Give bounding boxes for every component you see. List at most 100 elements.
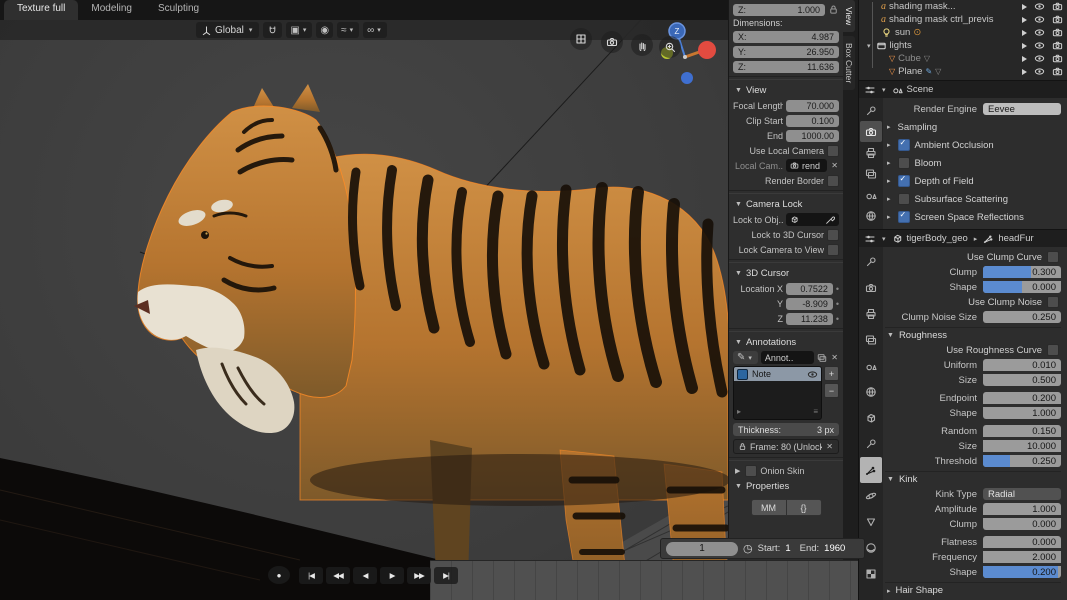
roughness-uniform-size-field[interactable]: 0.500: [983, 374, 1061, 386]
tab-view-layer[interactable]: [860, 327, 882, 353]
kink-amplitude-field[interactable]: 1.000: [983, 503, 1061, 515]
viewport-3d[interactable]: Global ▾ ▣ ▾ ◉ ≈ ▾ ∞ ▾ Z: [0, 20, 728, 600]
mm-units-button[interactable]: MM: [750, 499, 787, 516]
annotation-frame-button[interactable]: Frame: 80 (Unlock.. ✕: [733, 439, 839, 454]
braces-button[interactable]: {}: [786, 499, 822, 516]
pan-view-button[interactable]: [631, 34, 653, 56]
play-reverse-button[interactable]: ◀: [353, 566, 377, 584]
tab-tool[interactable]: [860, 100, 882, 121]
kink-section-header[interactable]: ▼ Kink: [885, 471, 1061, 487]
selectable-icon[interactable]: [1022, 42, 1027, 49]
annotation-color-swatch[interactable]: [737, 368, 748, 380]
new-layer-icon[interactable]: [817, 353, 827, 363]
tab-tool[interactable]: [860, 249, 882, 275]
lock-icon[interactable]: [828, 4, 839, 15]
lock-camera-to-view-checkbox[interactable]: [827, 243, 839, 256]
zoom-view-button[interactable]: [659, 36, 681, 58]
camera-icon[interactable]: [1052, 66, 1063, 77]
lock-object-field[interactable]: [786, 213, 839, 226]
camera-icon[interactable]: [1052, 14, 1063, 25]
clip-start-field[interactable]: 0.100: [786, 114, 839, 127]
tab-render[interactable]: [860, 275, 882, 301]
workspace-tab-texture-full[interactable]: Texture full: [4, 0, 79, 20]
annotation-tool-dropdown[interactable]: ✎ ▾: [733, 351, 758, 364]
lock-to-cursor-checkbox[interactable]: [827, 228, 839, 241]
current-frame-field[interactable]: 1: [666, 541, 738, 556]
breadcrumb-object[interactable]: tigerBody_geo: [907, 233, 968, 244]
clear-local-camera-button[interactable]: ✕: [830, 161, 839, 170]
proportional-falloff-dropdown[interactable]: ≈ ▾: [337, 22, 360, 38]
jump-to-end-button[interactable]: ▶|: [434, 566, 458, 584]
cursor-z-field[interactable]: 11.238: [786, 312, 833, 325]
options-dropdown[interactable]: ∞ ▾: [363, 22, 387, 38]
section-subsurface-scattering[interactable]: ▸ Subsurface Scattering: [885, 190, 1061, 208]
eyedropper-icon[interactable]: [825, 215, 835, 225]
eye-icon[interactable]: [1034, 53, 1045, 64]
cursor-y-field[interactable]: -8.909: [786, 297, 833, 310]
tab-world[interactable]: [860, 205, 882, 226]
tab-object-data[interactable]: [860, 509, 882, 535]
kink-clump-field[interactable]: 0.000: [983, 518, 1061, 530]
gizmo-x-axis[interactable]: [698, 41, 716, 59]
eye-icon[interactable]: [1034, 1, 1045, 12]
kink-type-dropdown[interactable]: Radial: [983, 488, 1061, 500]
use-clump-curve-checkbox[interactable]: [1047, 251, 1059, 263]
eye-icon[interactable]: [1034, 40, 1045, 51]
snap-toggle-button[interactable]: [263, 22, 283, 38]
end-frame-field[interactable]: 1960: [824, 543, 845, 554]
tab-particles[interactable]: [860, 457, 882, 483]
outliner-item-sun[interactable]: sun ⊙: [859, 26, 1067, 39]
clump-noise-size-field[interactable]: 0.250: [983, 311, 1061, 323]
tab-world[interactable]: [860, 379, 882, 405]
section-bloom[interactable]: ▸ Bloom: [885, 154, 1061, 172]
properties-editor-icon[interactable]: [864, 84, 876, 96]
bloom-checkbox[interactable]: [897, 157, 910, 169]
properties-panel-header[interactable]: ▼ Properties: [733, 479, 839, 493]
proportional-editing-toggle[interactable]: ◉: [316, 22, 334, 38]
camera-icon[interactable]: [1052, 1, 1063, 12]
tab-render[interactable]: [860, 121, 882, 142]
properties-editor-icon[interactable]: [864, 233, 876, 245]
camera-view-button[interactable]: [601, 31, 623, 53]
tab-modifiers[interactable]: [860, 431, 882, 457]
outliner-item-shading-mask-ctrl-previs[interactable]: a shading mask ctrl_previs: [859, 13, 1067, 26]
selectable-icon[interactable]: [1022, 55, 1027, 62]
eye-icon[interactable]: [1034, 66, 1045, 77]
section-screen-space-reflections[interactable]: ▸Screen Space Reflections: [885, 208, 1061, 226]
play-button[interactable]: ▶: [380, 566, 404, 584]
snap-settings-dropdown[interactable]: ▣ ▾: [286, 22, 313, 38]
eye-icon[interactable]: [807, 369, 818, 380]
start-frame-field[interactable]: 1: [785, 543, 790, 554]
clip-end-field[interactable]: 1000.00: [786, 129, 839, 142]
prev-keyframe-button[interactable]: ◀◀: [326, 566, 350, 584]
list-grip-icon[interactable]: ≡: [813, 407, 818, 416]
tab-physics[interactable]: [860, 483, 882, 509]
tab-object[interactable]: [860, 405, 882, 431]
use-roughness-curve-checkbox[interactable]: [1047, 344, 1059, 356]
list-expand-icon[interactable]: ▸: [737, 407, 741, 416]
scale-z-field[interactable]: Z: 1.000: [733, 3, 825, 16]
workspace-tab-modeling[interactable]: Modeling: [78, 0, 145, 20]
use-local-camera-checkbox[interactable]: [827, 144, 839, 157]
gizmo-z-neg-axis[interactable]: [681, 72, 693, 84]
record-button[interactable]: ●: [268, 566, 290, 584]
clump-shape-slider[interactable]: 0.000: [983, 281, 1061, 293]
cursor-x-field[interactable]: 0.7522: [786, 282, 833, 295]
render-engine-dropdown[interactable]: Eevee: [983, 103, 1061, 115]
kink-flatness-field[interactable]: 0.000: [983, 536, 1061, 548]
next-keyframe-button[interactable]: ▶▶: [407, 566, 431, 584]
roughness-shape-field[interactable]: 1.000: [983, 407, 1061, 419]
annotation-layer-field[interactable]: Annot..: [760, 351, 815, 364]
kink-frequency-field[interactable]: 2.000: [983, 551, 1061, 563]
subsurface-scattering-checkbox[interactable]: [897, 193, 910, 205]
toggle-grid-button[interactable]: [570, 28, 592, 50]
add-layer-button[interactable]: +: [824, 366, 839, 381]
roughness-threshold-slider[interactable]: 0.250: [983, 455, 1061, 467]
panel-expand-icon[interactable]: ▶: [735, 467, 740, 475]
cursor-panel-header[interactable]: ▼ 3D Cursor: [733, 266, 839, 280]
dimension-x-field[interactable]: X: 4.987: [733, 30, 839, 43]
use-clump-noise-checkbox[interactable]: [1047, 296, 1059, 308]
tab-texture[interactable]: [860, 561, 882, 587]
tab-scene[interactable]: [860, 184, 882, 205]
collection-expand-icon[interactable]: ▾: [867, 42, 871, 50]
